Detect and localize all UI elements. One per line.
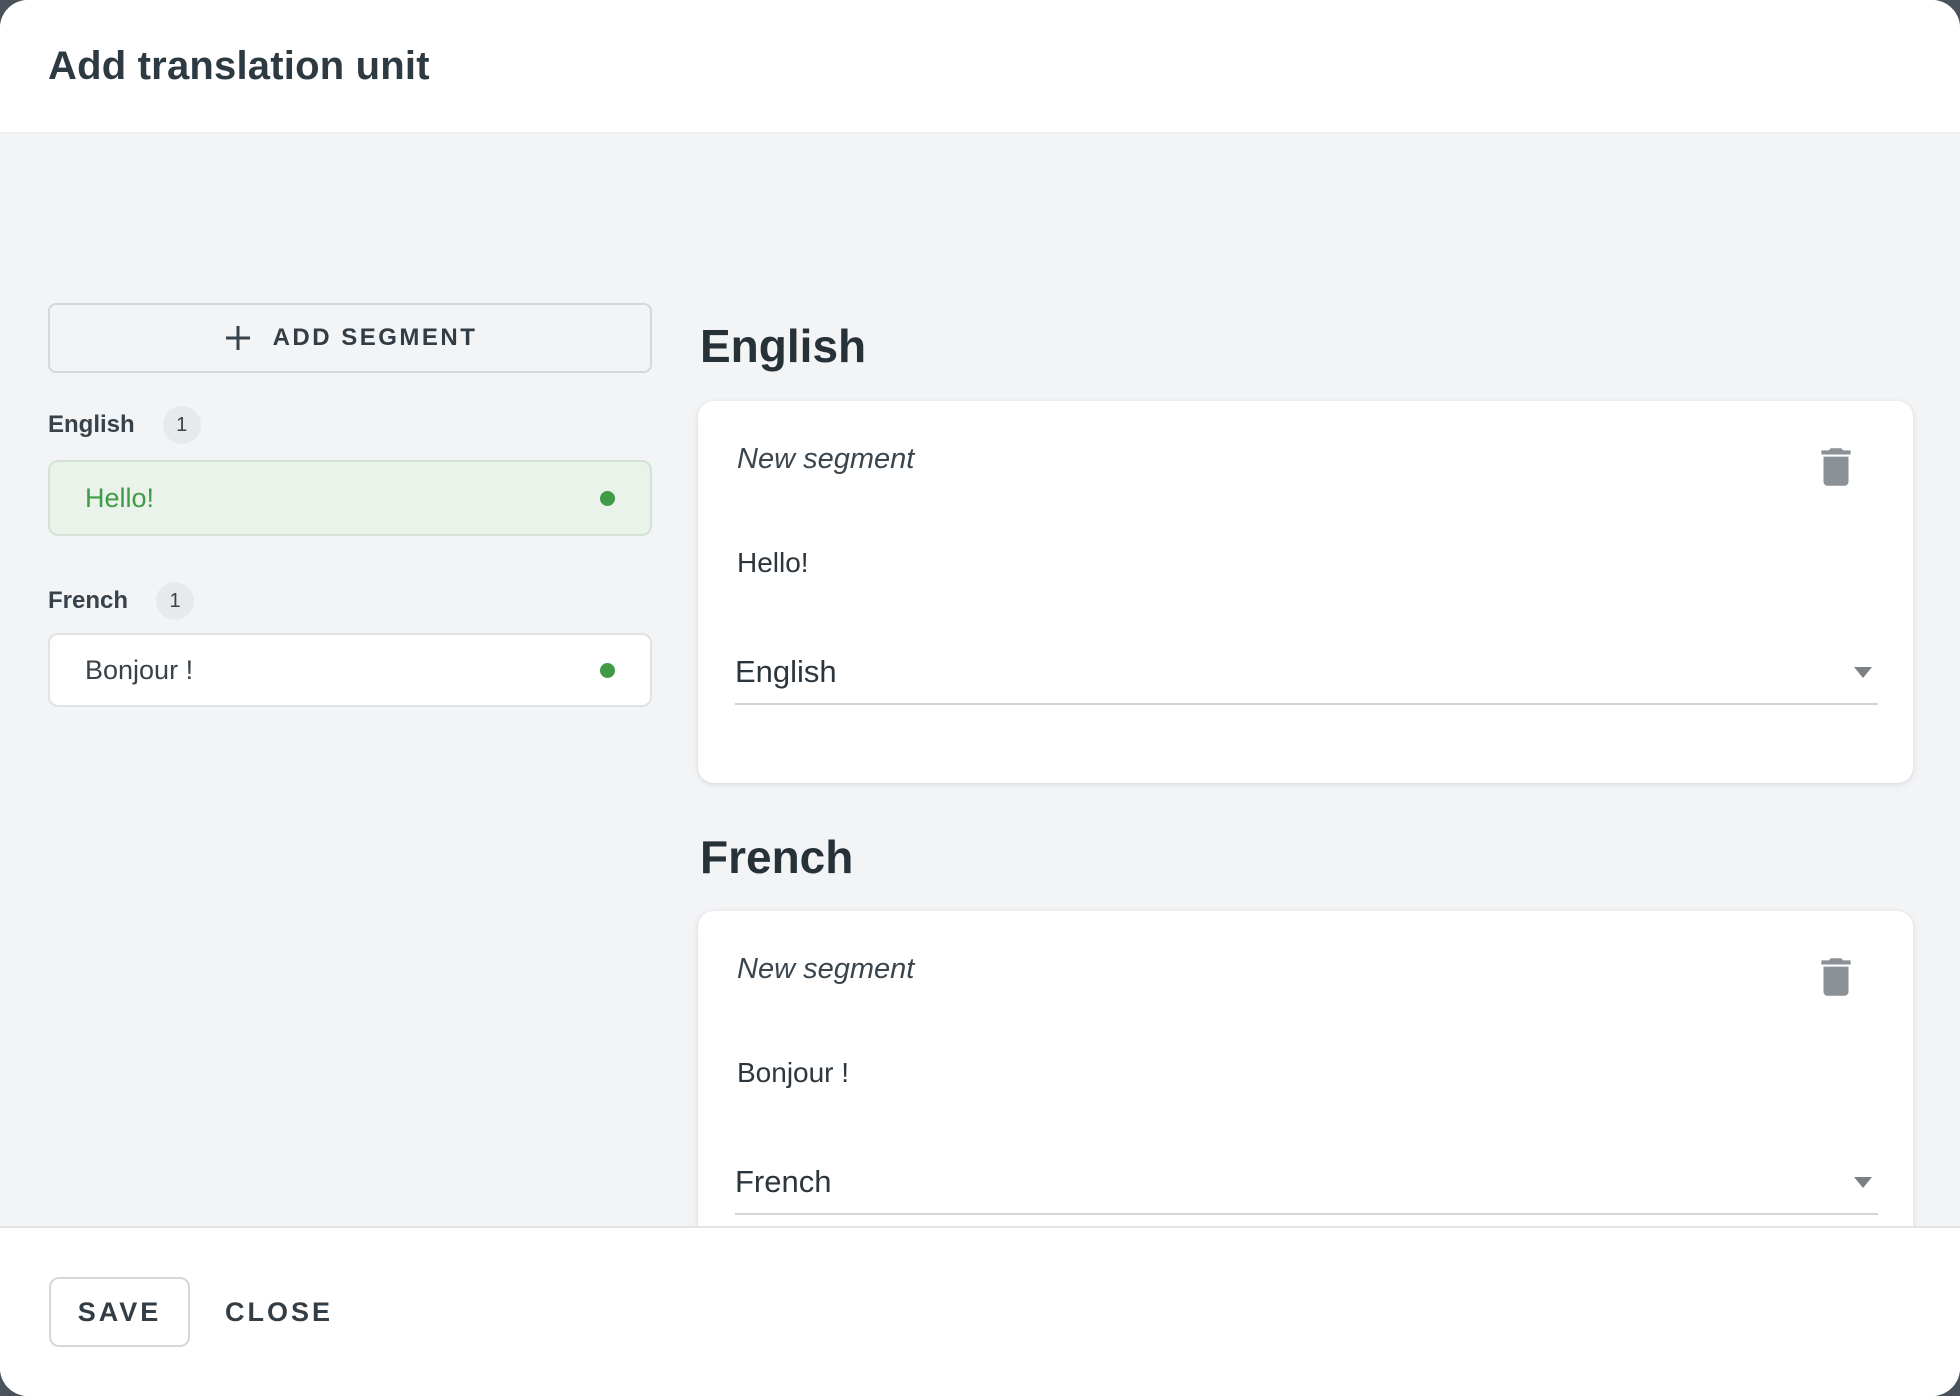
dialog-footer: SAVE CLOSE [0, 1226, 1960, 1396]
add-segment-label: ADD SEGMENT [273, 324, 478, 352]
dialog-header: Add translation unit [0, 0, 1960, 132]
section-heading-french: French [700, 830, 853, 884]
save-button[interactable]: SAVE [49, 1277, 190, 1347]
language-select-value: English [735, 654, 837, 690]
chevron-down-icon [1854, 1177, 1872, 1188]
language-name: French [48, 587, 128, 615]
segment-count-badge: 1 [156, 582, 194, 620]
page-title: Add translation unit [48, 0, 430, 132]
delete-segment-button[interactable] [1811, 441, 1861, 493]
trash-icon [1811, 952, 1861, 1002]
chevron-down-icon [1854, 667, 1872, 678]
language-name: English [48, 411, 135, 439]
segment-text-input[interactable]: Bonjour ! [737, 1053, 1867, 1092]
language-select-value: French [735, 1164, 831, 1200]
plus-icon [223, 323, 253, 353]
add-segment-button[interactable]: ADD SEGMENT [48, 303, 652, 373]
segment-chip-french[interactable]: Bonjour ! [48, 633, 652, 707]
new-segment-label: New segment [737, 953, 914, 986]
segment-count-badge: 1 [163, 406, 201, 444]
segment-status-dot-icon [600, 491, 615, 506]
language-select-english[interactable]: English [735, 641, 1878, 705]
delete-segment-button[interactable] [1811, 951, 1861, 1003]
segment-chip-english[interactable]: Hello! [48, 460, 652, 536]
add-translation-unit-dialog: Add translation unit ADD SEGMENT English… [0, 0, 1960, 1396]
language-group-header-french: French 1 [48, 581, 194, 621]
segment-chip-text: Bonjour ! [85, 655, 193, 686]
language-group-header-english: English 1 [48, 405, 201, 445]
close-button[interactable]: CLOSE [205, 1277, 353, 1347]
section-heading-english: English [700, 319, 866, 373]
segment-editor-card-english: New segment Hello! English [698, 401, 1913, 783]
dialog-body: ADD SEGMENT English 1 Hello! French 1 Bo… [0, 132, 1960, 1226]
segment-chip-text: Hello! [85, 483, 154, 514]
new-segment-label: New segment [737, 443, 914, 476]
segment-text-input[interactable]: Hello! [737, 543, 1867, 582]
segment-status-dot-icon [600, 663, 615, 678]
trash-icon [1811, 442, 1861, 492]
language-select-french[interactable]: French [735, 1151, 1878, 1215]
